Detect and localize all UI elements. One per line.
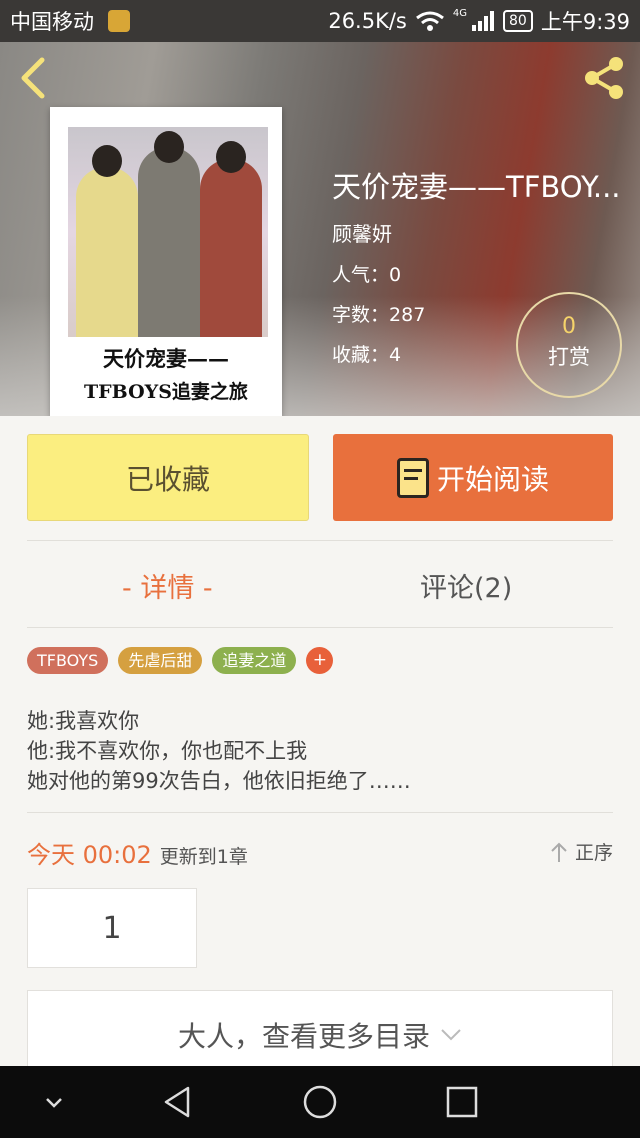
favorited-button[interactable]: 已收藏 [27,434,309,521]
favorites-label: 收藏： [332,344,390,366]
cover-title-line2: TFBOYS追妻之旅 [84,381,248,403]
tag-list: TFBOYS 先虐后甜 追妻之道 + [27,647,334,674]
reward-label: 打赏 [548,345,590,369]
clock: 上午9:39 [540,10,630,34]
wifi-icon [415,11,444,31]
sort-label: 正序 [574,842,613,864]
tab-comments[interactable]: 评论(2) [420,566,512,605]
tag-tfboys[interactable]: TFBOYS [27,647,109,674]
notification-app-icon [108,10,130,32]
update-text: 更新到1章 [159,846,248,868]
nav-collapse-icon[interactable] [36,1084,72,1120]
nav-recent-icon[interactable] [444,1084,480,1120]
status-bar: 中国移动 26.5K/s 4G 80 上午9:39 [0,0,640,42]
start-reading-label: 开始阅读 [436,462,549,496]
chapter-item[interactable]: 1 [27,888,197,968]
description-line: 他:我不喜欢你，你也配不上我 [27,739,308,763]
signal-icon [472,11,494,31]
favorites-value: 4 [389,344,402,366]
update-info: 今天 00:02 更新到1章 [27,835,248,870]
book-icon [396,457,429,498]
status-right: 26.5K/s 4G 80 上午9:39 [328,6,630,36]
book-title: 天价宠妻——TFBOY... [332,170,621,204]
word-count-value: 287 [389,304,426,326]
battery-indicator: 80 [503,10,533,32]
reward-count: 0 [562,314,576,339]
divider [27,540,613,541]
cover-title-line1: 天价宠妻—— [103,346,229,371]
description-line: 她:我喜欢你 [27,709,140,733]
update-time: 今天 00:02 [27,841,152,869]
divider [27,812,613,813]
sort-arrow-icon [551,842,567,862]
nav-back-icon[interactable] [160,1084,196,1120]
book-header: 天价宠妻—— TFBOYS追妻之旅 天价宠妻——TFBOY... 顾馨妍 人气：… [0,42,640,416]
add-tag-button[interactable]: + [306,647,334,674]
book-cover[interactable]: 天价宠妻—— TFBOYS追妻之旅 [50,107,282,416]
tag-chasing-wife[interactable]: 追妻之道 [212,647,297,674]
word-count-label: 字数： [332,304,390,326]
back-arrow-icon[interactable] [14,56,54,100]
carrier-label: 中国移动 [10,10,94,34]
popularity-stat: 人气：0 [332,260,628,287]
share-icon[interactable] [580,54,628,102]
nav-home-icon[interactable] [302,1084,338,1120]
popularity-label: 人气： [332,264,390,286]
tag-sweet-after-pain[interactable]: 先虐后甜 [118,647,203,674]
start-reading-button[interactable]: 开始阅读 [333,434,613,521]
book-description: 她:我喜欢你 他:我不喜欢你，你也配不上我 她对他的第99次告白，他依旧拒绝了…… [27,706,411,796]
reward-button[interactable]: 0 打赏 [516,292,622,398]
cover-photo [68,127,268,337]
system-nav-bar [0,1066,640,1138]
popularity-value: 0 [389,264,402,286]
sort-button[interactable]: 正序 [549,838,613,865]
network-speed: 26.5K/s [328,9,407,33]
chevron-down-icon [441,1029,461,1041]
network-type: 4G [452,7,467,19]
description-line: 她对他的第99次告白，他依旧拒绝了…… [27,769,411,793]
more-catalog-label: 大人，查看更多目录 [177,1020,430,1053]
divider [27,627,613,628]
book-author[interactable]: 顾馨妍 [332,218,628,247]
tab-details[interactable]: - 详情 - [122,566,213,605]
